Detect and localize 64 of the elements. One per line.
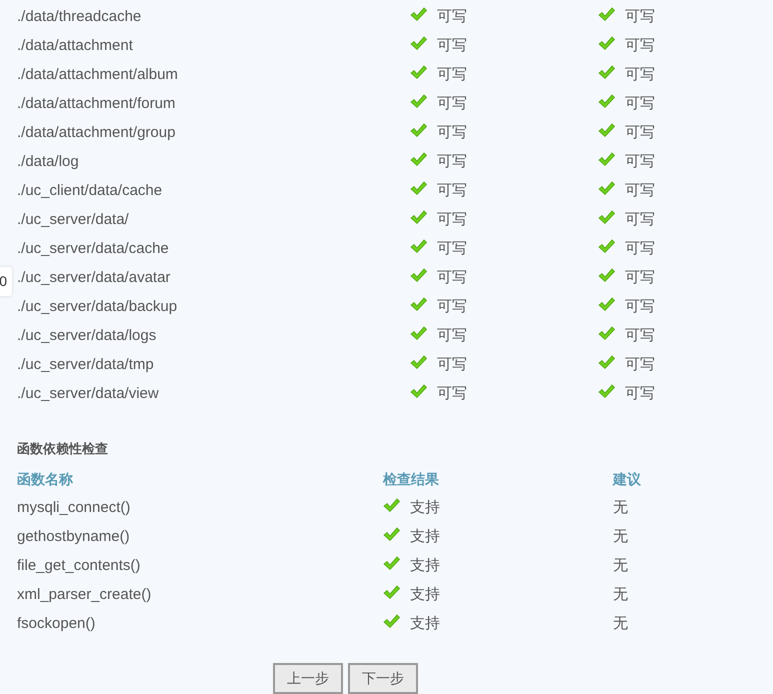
function-name: file_get_contents() bbox=[17, 556, 142, 576]
status-text: 可写 bbox=[625, 36, 655, 56]
advice-text: 无 bbox=[613, 614, 628, 634]
status-text: 可写 bbox=[437, 94, 467, 114]
status-text: 可写 bbox=[625, 326, 655, 346]
column-header: 函数名称 bbox=[17, 470, 74, 488]
status-text: 可写 bbox=[437, 326, 467, 346]
status-text: 支持 bbox=[410, 585, 440, 606]
status-text: 可写 bbox=[437, 210, 467, 230]
column-header: 检查结果 bbox=[383, 470, 440, 488]
status-text: 可写 bbox=[625, 94, 655, 114]
function-name: mysqli_connect() bbox=[17, 498, 132, 518]
directory-path: ./uc_server/data/logs bbox=[17, 326, 158, 346]
status-text: 可写 bbox=[625, 384, 655, 404]
directory-path: ./uc_server/data/view bbox=[17, 384, 160, 404]
status-text: 可写 bbox=[437, 181, 467, 202]
status-text: 可写 bbox=[625, 65, 655, 86]
directory-path: ./uc_server/data/tmp bbox=[17, 355, 155, 376]
status-text: 可写 bbox=[437, 355, 467, 376]
status-text: 可写 bbox=[437, 239, 467, 260]
status-text: 可写 bbox=[625, 181, 655, 202]
function-name: xml_parser_create() bbox=[17, 585, 152, 606]
step-button[interactable]: 上一步 bbox=[273, 663, 343, 694]
status-text: 可写 bbox=[437, 123, 467, 144]
status-text: 可写 bbox=[625, 210, 655, 230]
directory-path: ./uc_server/data/backup bbox=[17, 297, 178, 318]
advice-text: 无 bbox=[613, 527, 628, 548]
status-text: 可写 bbox=[437, 65, 467, 86]
advice-text: 无 bbox=[613, 498, 628, 518]
directory-path: ./data/attachment/group bbox=[17, 123, 176, 144]
status-text: 可写 bbox=[625, 152, 655, 172]
directory-path: ./uc_client/data/cache bbox=[17, 181, 164, 202]
status-text: 可写 bbox=[437, 297, 467, 318]
column-header: 建议 bbox=[613, 470, 641, 488]
directory-path: ./data/attachment/forum bbox=[17, 94, 176, 114]
status-text: 可写 bbox=[625, 239, 655, 260]
directory-path: ./data/attachment bbox=[17, 36, 134, 56]
directory-path: ./uc_server/data/avatar bbox=[17, 268, 172, 288]
status-text: 支持 bbox=[410, 556, 440, 576]
status-text: 可写 bbox=[437, 152, 467, 172]
status-text: 可写 bbox=[437, 7, 467, 28]
status-text: 支持 bbox=[410, 527, 440, 548]
section-title: 函数依赖性检查 bbox=[17, 440, 109, 458]
advice-text: 无 bbox=[613, 585, 628, 606]
function-name: gethostbyname() bbox=[17, 527, 131, 548]
status-text: 支持 bbox=[410, 614, 440, 634]
directory-path: ./data/attachment/album bbox=[17, 65, 179, 86]
side-tab[interactable]: 0 bbox=[0, 267, 12, 296]
status-text: 可写 bbox=[625, 123, 655, 144]
status-text: 可写 bbox=[437, 36, 467, 56]
directory-path: ./data/threadcache bbox=[17, 7, 142, 28]
directory-path: ./uc_server/data/ bbox=[17, 210, 130, 230]
status-text: 可写 bbox=[625, 355, 655, 376]
status-text: 可写 bbox=[437, 384, 467, 404]
status-text: 可写 bbox=[625, 7, 655, 28]
function-name: fsockopen() bbox=[17, 614, 96, 634]
status-text: 可写 bbox=[625, 268, 655, 288]
directory-path: ./data/log bbox=[17, 152, 80, 172]
step-button[interactable]: 下一步 bbox=[348, 663, 418, 694]
status-text: 可写 bbox=[625, 297, 655, 318]
advice-text: 无 bbox=[613, 556, 628, 576]
status-text: 支持 bbox=[410, 498, 440, 518]
status-text: 可写 bbox=[437, 268, 467, 288]
directory-path: ./uc_server/data/cache bbox=[17, 239, 170, 260]
